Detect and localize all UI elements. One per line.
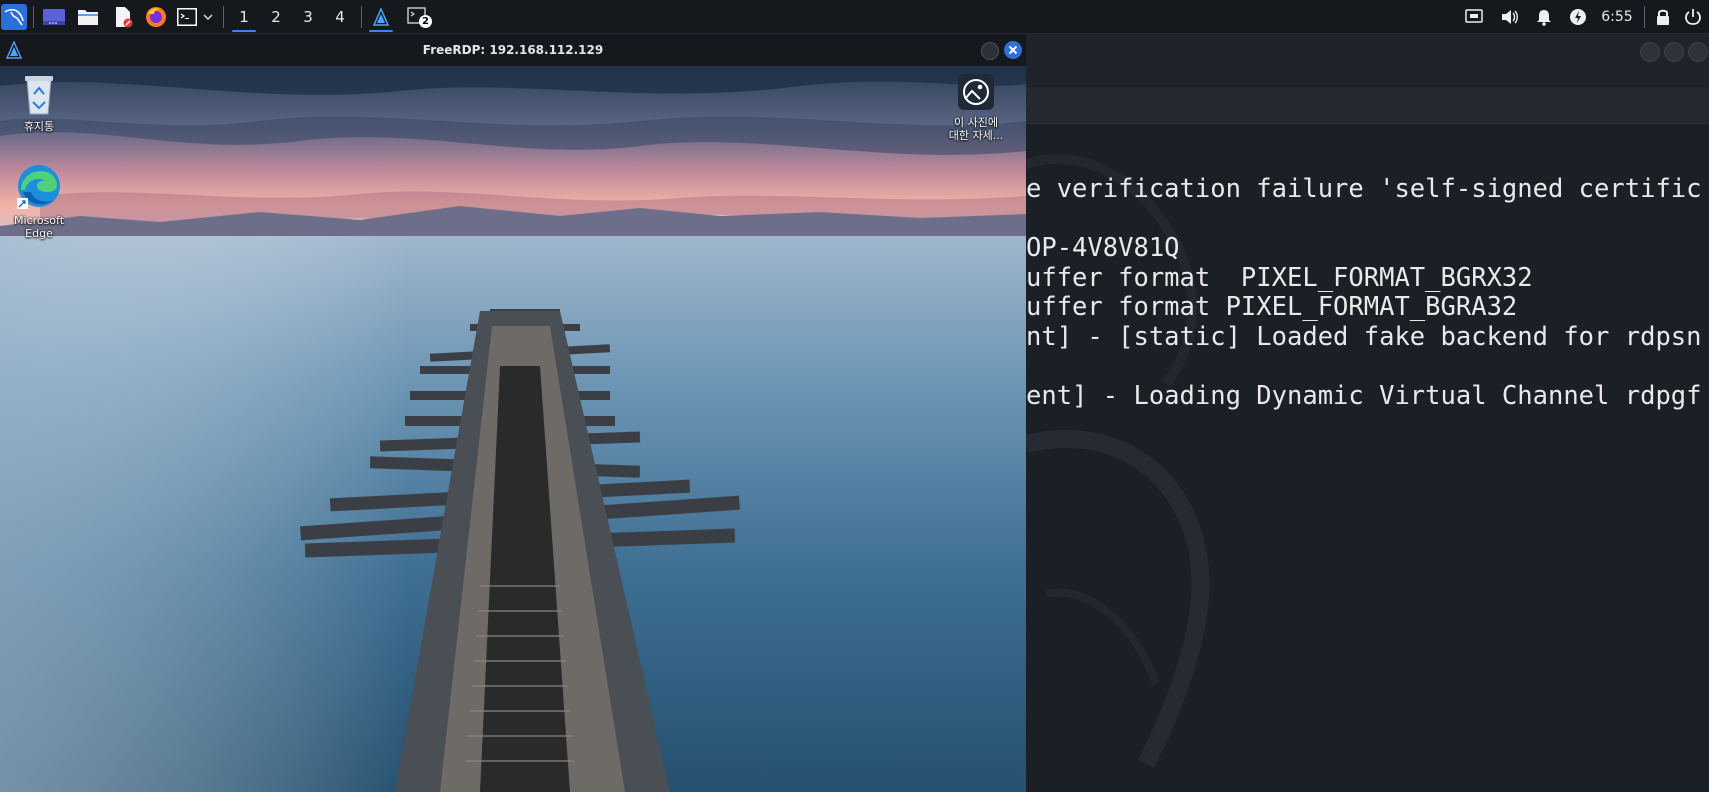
- recycle-bin-icon: [25, 76, 53, 115]
- display-icon[interactable]: [1463, 5, 1485, 29]
- chevron-down-icon[interactable]: [201, 5, 215, 29]
- close-button[interactable]: [1004, 41, 1022, 59]
- workspace-4[interactable]: 4: [325, 5, 355, 29]
- power-icon[interactable]: [1682, 5, 1704, 29]
- terminal-line: e verification failure 'self-signed cert…: [1026, 174, 1702, 204]
- kali-dragon-watermark-icon: [1026, 153, 1210, 769]
- text-editor-icon[interactable]: [110, 5, 136, 29]
- terminal-icon[interactable]: [176, 5, 198, 29]
- terminal-titlebar[interactable]: [1026, 34, 1709, 87]
- wallpaper-pier-image: [0, 66, 1026, 792]
- window-title: FreeRDP: 192.168.112.129: [422, 43, 604, 57]
- workspace-label: 1: [239, 8, 249, 26]
- desktop-icon-label: Microsoft: [13, 214, 65, 227]
- terminal-line: OP-4V8V81Q: [1026, 233, 1180, 263]
- notification-bell-icon[interactable]: [1533, 5, 1555, 29]
- file-manager-icon[interactable]: [75, 5, 101, 29]
- show-desktop-icon[interactable]: [41, 5, 67, 29]
- terminal-count-badge: 2: [419, 15, 432, 28]
- close-icon: [1008, 45, 1018, 55]
- firefox-icon[interactable]: [143, 5, 169, 29]
- remote-desktop-screen[interactable]: 휴지통 Microsoft Edge 이 사진에 대한 자세...: [0, 66, 1026, 792]
- top-panel: 1 2 3 4 2 6:55: [0, 0, 1709, 34]
- desktop-icon-label: 휴지통: [23, 120, 55, 133]
- panel-separator: [361, 6, 362, 28]
- volume-icon[interactable]: [1499, 5, 1521, 29]
- workspace-2[interactable]: 2: [261, 5, 291, 29]
- terminal-line: nt] - [static] Loaded fake backend for r…: [1026, 322, 1702, 352]
- panel-separator: [223, 6, 224, 28]
- panel-separator: [1644, 6, 1645, 28]
- workspace-label: 2: [271, 8, 281, 26]
- lock-icon[interactable]: [1652, 5, 1674, 29]
- terminal-tab-strip: [1026, 87, 1709, 124]
- panel-separator: [33, 6, 34, 28]
- workspace-label: 3: [303, 8, 313, 26]
- recycle-bin-desktop-icon[interactable]: 휴지통: [0, 72, 82, 133]
- clock[interactable]: 6:55: [1597, 5, 1637, 29]
- workspace-3[interactable]: 3: [293, 5, 323, 29]
- learn-about-picture-icon: [958, 74, 994, 110]
- terminal-task-icon[interactable]: 2: [403, 5, 433, 29]
- terminal-output[interactable]: e verification failure 'self-signed cert…: [1026, 124, 1709, 792]
- microsoft-edge-desktop-icon[interactable]: Microsoft Edge: [0, 162, 82, 240]
- power-manager-icon[interactable]: [1567, 5, 1589, 29]
- maximize-button[interactable]: [1664, 42, 1684, 62]
- terminal-window[interactable]: e verification failure 'self-signed cert…: [1026, 34, 1709, 792]
- desktop-icon-label: 대한 자세...: [948, 129, 1004, 142]
- terminal-line: ent] - Loading Dynamic Virtual Channel r…: [1026, 381, 1702, 411]
- freerdp-task-icon[interactable]: [367, 5, 395, 32]
- workspace-label: 4: [335, 8, 345, 26]
- freerdp-titlebar[interactable]: FreeRDP: 192.168.112.129: [0, 34, 1026, 66]
- desktop-icon-label: 이 사진에: [954, 116, 998, 129]
- close-button[interactable]: [1688, 42, 1708, 62]
- terminal-line: uffer format PIXEL_FORMAT_BGRA32: [1026, 292, 1518, 322]
- minimize-button[interactable]: [981, 42, 999, 60]
- microsoft-edge-icon: [17, 165, 60, 209]
- freerdp-window[interactable]: FreeRDP: 192.168.112.129 휴지통 Microsoft E…: [0, 34, 1026, 792]
- workspace-1[interactable]: 1: [229, 5, 259, 32]
- terminal-line: uffer format PIXEL_FORMAT_BGRX32: [1026, 263, 1533, 293]
- desktop-icon-label: Edge: [25, 227, 53, 240]
- kali-menu-icon[interactable]: [1, 4, 27, 30]
- minimize-button[interactable]: [1640, 42, 1660, 62]
- learn-about-picture-desktop-icon[interactable]: 이 사진에 대한 자세...: [933, 72, 1019, 142]
